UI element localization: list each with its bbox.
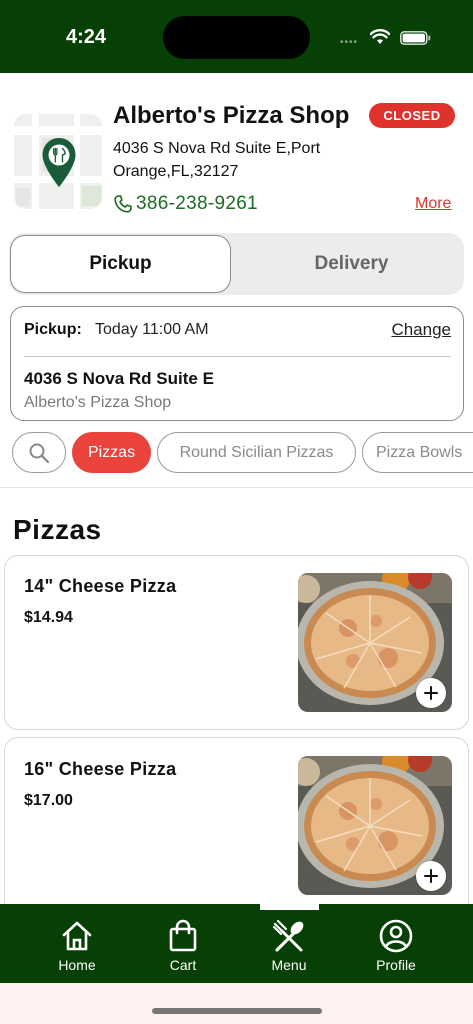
- nav-profile[interactable]: Profile: [351, 904, 441, 983]
- phone-number: 386-238-9261: [136, 193, 258, 214]
- pickup-label: Pickup:: [24, 321, 82, 338]
- product-name: 16" Cheese Pizza: [24, 759, 177, 779]
- product-price: $14.94: [24, 609, 73, 626]
- product-card[interactable]: 14" Cheese Pizza $14.94: [4, 555, 469, 730]
- nav-label: Profile: [376, 957, 416, 973]
- more-info-link[interactable]: More: [415, 195, 451, 213]
- user-circle-icon: [379, 919, 413, 953]
- wifi-icon: [370, 29, 390, 44]
- product-card[interactable]: 16" Cheese Pizza $17.00: [4, 737, 469, 917]
- shopping-bag-icon: [169, 919, 197, 952]
- change-pickup-link[interactable]: Change: [391, 320, 451, 340]
- phone-icon: [114, 195, 132, 213]
- category-chips: Pizzas Round Sicilian Pizzas Pizza Bowls: [0, 432, 473, 475]
- home-indicator-area: [0, 983, 473, 1024]
- dynamic-island: [163, 16, 310, 59]
- store-status-badge: CLOSED: [369, 103, 455, 128]
- restaurant-location-pin-icon: [42, 138, 76, 187]
- pickup-details-card: Pickup: Today 11:00 AM Change 4036 S Nov…: [10, 306, 464, 421]
- nav-menu[interactable]: Menu: [244, 904, 334, 983]
- status-bar: 4:24 ••••: [0, 0, 473, 73]
- product-name: 14" Cheese Pizza: [24, 576, 177, 596]
- search-icon: [29, 443, 50, 463]
- battery-icon: [400, 31, 431, 45]
- pickup-time: Today 11:00 AM: [95, 321, 209, 338]
- nav-label: Menu: [271, 957, 307, 973]
- nav-label: Cart: [169, 957, 197, 973]
- order-mode-toggle: Pickup Delivery: [9, 233, 464, 295]
- nav-cart[interactable]: Cart: [138, 904, 228, 983]
- cellular-signal-icon: ••••: [340, 37, 359, 48]
- home-icon: [62, 921, 92, 951]
- home-indicator[interactable]: [152, 1008, 322, 1014]
- delivery-tab[interactable]: Delivery: [241, 235, 462, 293]
- nav-label: Home: [58, 957, 96, 973]
- plus-icon: [424, 686, 438, 700]
- add-to-cart-button[interactable]: [416, 861, 446, 891]
- active-tab-indicator: [260, 901, 319, 910]
- utensils-icon: [272, 919, 304, 952]
- divider: [0, 487, 473, 488]
- pickup-store-name: Alberto's Pizza Shop: [24, 394, 172, 411]
- add-to-cart-button[interactable]: [416, 678, 446, 708]
- store-map-thumbnail: [14, 114, 102, 209]
- pickup-address: 4036 S Nova Rd Suite E: [24, 369, 214, 388]
- nav-home[interactable]: Home: [32, 904, 122, 983]
- pickup-tab[interactable]: Pickup: [10, 235, 231, 293]
- search-button[interactable]: [12, 432, 66, 473]
- category-chip-pizzas[interactable]: Pizzas: [72, 432, 151, 473]
- section-title: Pizzas: [13, 514, 102, 545]
- plus-icon: [424, 869, 438, 883]
- bottom-navigation: Home Cart Menu Profile: [0, 904, 473, 983]
- product-price: $17.00: [24, 792, 73, 809]
- store-address: 4036 S Nova Rd Suite E,Port Orange,FL,32…: [113, 140, 321, 180]
- status-time: 4:24: [66, 26, 107, 48]
- category-chip-pizza-bowls[interactable]: Pizza Bowls: [362, 432, 473, 473]
- divider: [24, 356, 451, 357]
- store-name: Alberto's Pizza Shop: [113, 102, 350, 129]
- store-phone[interactable]: 386-238-9261: [113, 193, 258, 215]
- category-chip-round-sicilian-pizzas[interactable]: Round Sicilian Pizzas: [157, 432, 356, 473]
